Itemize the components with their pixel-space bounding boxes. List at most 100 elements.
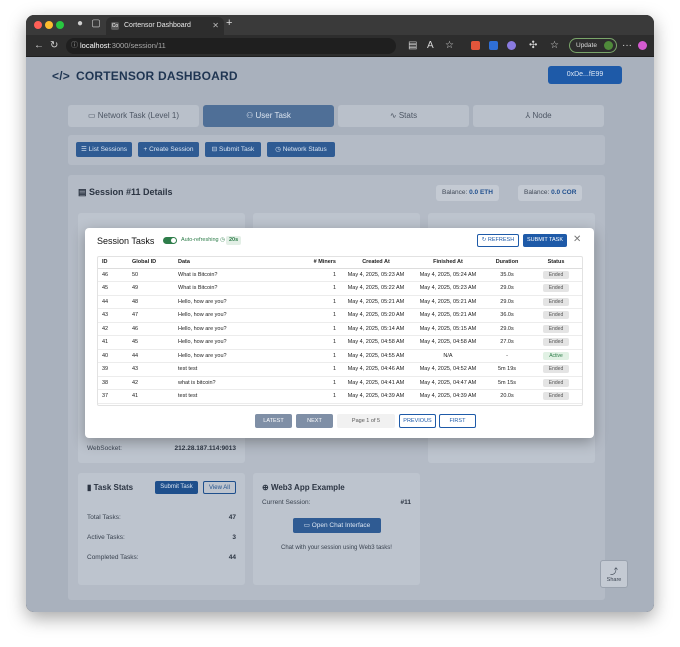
refresh-button[interactable]: ↻ REFRESH <box>477 234 519 247</box>
extension-shield-icon[interactable] <box>489 41 498 50</box>
col-id: ID <box>98 257 128 269</box>
cell-created-at: May 4, 2025, 04:55 AM <box>340 349 412 363</box>
maximize-window-button[interactable] <box>56 21 64 29</box>
brand-label: CORTENSOR DASHBOARD <box>75 69 238 83</box>
balance-cor-value: 0.0 COR <box>551 189 577 196</box>
col-miners: # Miners <box>308 257 340 269</box>
web3-subtitle: Chat with your session using Web3 tasks! <box>281 545 392 551</box>
cell-status: Ended <box>530 281 582 296</box>
share-label: Share <box>606 577 622 583</box>
cell-status: Ended <box>530 389 582 404</box>
button-label: List Sessions <box>88 146 127 153</box>
chat-icon: ▭ <box>303 522 312 529</box>
back-icon[interactable]: ← <box>34 40 44 52</box>
create-session-button[interactable]: + Create Session <box>138 142 199 157</box>
reader-mode-icon[interactable]: ▤ <box>408 40 417 52</box>
new-tab-icon[interactable]: + <box>226 17 232 29</box>
network-status-button[interactable]: ◷ Network Status <box>267 142 335 157</box>
main-tabs: ▭ Network Task (Level 1) ⚇ User Task ∿ S… <box>68 105 605 127</box>
tab-label: User Task <box>255 111 291 120</box>
cell-global-id: 44 <box>128 349 174 363</box>
modal-title: Session Tasks <box>97 236 155 246</box>
close-window-button[interactable] <box>34 21 42 29</box>
cell-global-id: 50 <box>128 268 174 282</box>
close-icon[interactable]: ✕ <box>573 233 581 247</box>
latest-button[interactable]: LATEST <box>255 414 292 428</box>
cell-data: Hello, how are you? <box>174 308 308 323</box>
auto-refresh-toggle[interactable] <box>163 237 177 244</box>
tab-network-task[interactable]: ▭ Network Task (Level 1) <box>68 105 199 127</box>
copilot-icon[interactable] <box>638 41 647 50</box>
extensions-puzzle-icon[interactable]: ✣ <box>529 40 537 52</box>
status-badge: Active <box>543 351 569 360</box>
url-field[interactable]: ⓘ localhost:3000/session/11 <box>66 38 396 54</box>
cell-id: 43 <box>98 308 128 323</box>
cell-global-id: 45 <box>128 335 174 350</box>
url-host: localhost <box>80 41 110 50</box>
completed-tasks-value: 44 <box>228 554 236 561</box>
table-row: 44 48 Hello, how are you? 1 May 4, 2025, 05:… <box>98 295 582 309</box>
minimize-window-button[interactable] <box>45 21 53 29</box>
session-title-label: Session #11 Details <box>89 187 173 197</box>
extension-cloud-icon[interactable] <box>507 41 516 50</box>
favorite-star-icon[interactable]: ☆ <box>445 40 454 52</box>
cell-created-at: May 4, 2025, 04:46 AM <box>340 362 412 377</box>
bar-chart-icon: ▮ <box>87 483 94 492</box>
websocket-value: 212.28.187.114:9013 <box>174 445 236 452</box>
col-status: Status <box>530 257 582 269</box>
first-button[interactable]: FIRST <box>439 414 476 428</box>
cell-data: test test <box>174 362 308 377</box>
favicon-icon: Co <box>111 22 119 30</box>
reload-icon[interactable]: ↻ <box>50 40 58 52</box>
extension-fox-icon[interactable] <box>471 41 480 50</box>
balance-eth-value: 0.0 ETH <box>469 189 493 196</box>
cell-data: Hello, how are you? <box>174 349 308 363</box>
browser-tab[interactable]: Co Cortensor Dashboard ✕ <box>106 17 224 35</box>
cell-data: Hello, how are you? <box>174 322 308 336</box>
cell-miners: 1 <box>308 295 340 309</box>
cell-finished-at: May 4, 2025, 04:58 AM <box>412 335 484 350</box>
cell-finished-at: May 4, 2025, 05:21 AM <box>412 308 484 323</box>
share-button[interactable]: ⤴ Share <box>600 560 628 588</box>
cell-status: Ended <box>530 376 582 390</box>
status-badge: Ended <box>543 311 569 320</box>
activity-icon: ∿ <box>389 111 399 120</box>
previous-button[interactable]: PREVIOUS <box>399 414 436 428</box>
favorites-icon[interactable]: ☆ <box>550 40 559 52</box>
cell-duration: 20.0s <box>484 389 530 404</box>
monitor-icon: ▭ <box>88 111 98 120</box>
table-row: 38 42 what is bitcoin? 1 May 4, 2025, 04:41 … <box>98 376 582 390</box>
open-chat-button[interactable]: ▭ Open Chat Interface <box>293 518 381 533</box>
view-all-button[interactable]: View All <box>203 481 236 494</box>
submit-task-button[interactable]: ⊟ Submit Task <box>205 142 261 157</box>
tab-actions-icon[interactable]: ▢ <box>90 18 102 30</box>
status-badge: Ended <box>543 270 569 279</box>
more-menu-icon[interactable]: ··· <box>622 40 632 52</box>
update-button[interactable]: Update <box>569 38 617 53</box>
cell-created-at: May 4, 2025, 04:58 AM <box>340 335 412 350</box>
table-row: 40 44 Hello, how are you? 1 May 4, 2025, 04:… <box>98 349 582 363</box>
cell-duration: 29.0s <box>484 295 530 309</box>
close-tab-icon[interactable]: ✕ <box>212 17 219 35</box>
next-button[interactable]: NEXT <box>296 414 333 428</box>
cell-finished-at: May 4, 2025, 04:47 AM <box>412 376 484 390</box>
modal-submit-task-button[interactable]: SUBMIT TASK <box>523 234 567 247</box>
cell-status: Active <box>530 349 582 363</box>
task-stats-submit-button[interactable]: Submit Task <box>155 481 198 494</box>
cell-miners: 1 <box>308 281 340 296</box>
status-badge: Ended <box>543 338 569 347</box>
profile-icon[interactable]: ● <box>74 18 86 30</box>
tab-node[interactable]: ⅄ Node <box>473 105 604 127</box>
web3-title-label: Web3 App Example <box>270 483 345 492</box>
wallet-button[interactable]: 0xDe...fE99 <box>548 66 622 84</box>
cell-miners: 1 <box>308 308 340 323</box>
cell-global-id: 41 <box>128 389 174 404</box>
tab-stats[interactable]: ∿ Stats <box>338 105 469 127</box>
tab-user-task[interactable]: ⚇ User Task <box>203 105 334 127</box>
list-sessions-button[interactable]: ☰ List Sessions <box>76 142 132 157</box>
read-aloud-icon[interactable]: A <box>427 40 434 52</box>
code-logo-icon: </> <box>52 69 70 83</box>
table-row: 42 46 Hello, how are you? 1 May 4, 2025, 05:… <box>98 322 582 336</box>
cell-status: Ended <box>530 362 582 377</box>
cell-miners: 1 <box>308 349 340 363</box>
